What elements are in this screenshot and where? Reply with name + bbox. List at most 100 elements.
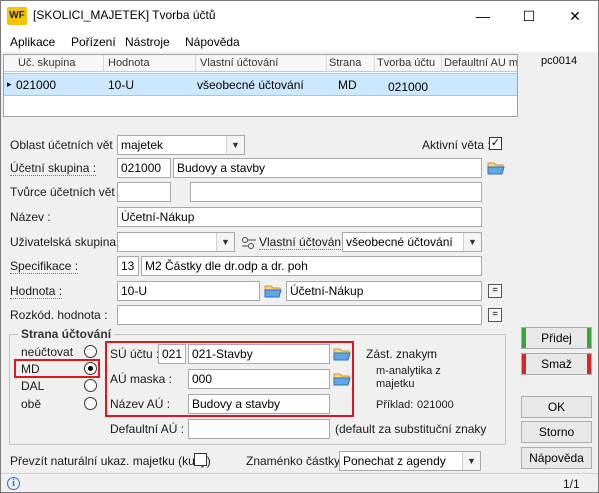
aktivni-checkbox[interactable]: ✓ — [489, 137, 502, 150]
ucetni-skupina-name[interactable]: Budovy a stavby — [173, 158, 482, 178]
add-button-label: Přidej — [541, 331, 572, 345]
row-marker: ▸ — [7, 79, 12, 89]
close-button[interactable]: ✕ — [552, 1, 598, 31]
help-button[interactable]: Nápověda — [521, 447, 592, 469]
col-header-hodnota[interactable]: Hodnota — [108, 57, 194, 69]
col-header-strana[interactable]: Strana — [329, 57, 373, 69]
ok-button[interactable]: OK — [521, 396, 592, 418]
defaultni-au-input[interactable] — [188, 419, 330, 439]
folder-open-icon[interactable] — [487, 160, 505, 176]
vlastni-uctovani-value: všeobecné účtování — [346, 235, 453, 249]
znamenko-value: Ponechat z agendy — [343, 454, 446, 468]
znamenko-select[interactable]: Ponechat z agendy ▼ — [339, 451, 481, 471]
nazev-au-input[interactable]: Budovy a stavby — [188, 394, 330, 414]
program-code: pc0014 — [541, 55, 578, 67]
hodnota-label: Hodnota : — [10, 284, 63, 299]
oblast-label: Oblast účetních vět : — [10, 138, 120, 152]
minimize-button[interactable]: — — [460, 1, 506, 31]
filter-settings-icon[interactable] — [241, 236, 257, 250]
oblast-value: majetek — [121, 138, 164, 152]
defaultni-au-note: (default za substituční znaky — [335, 422, 487, 436]
uziv-skupina-select[interactable]: ▼ — [117, 232, 235, 252]
hodnota-name[interactable]: Účetní-Nákup — [286, 281, 482, 301]
su-code[interactable]: 021 — [158, 344, 186, 364]
table-row[interactable]: ▸ 021000 10-U všeobecné účtování MD 0210… — [4, 73, 517, 96]
vlastni-uctovani-select[interactable]: všeobecné účtování ▼ — [342, 232, 482, 252]
tvurce-code[interactable] — [117, 182, 171, 202]
title-bar: WF [SKOLICI_MAJETEK] Tvorba účtů — ☐ ✕ — [1, 1, 598, 31]
uziv-skupina-label: Uživatelská skupina : — [10, 235, 123, 249]
cell-vlastni: všeobecné účtování — [197, 78, 304, 92]
chevron-down-icon: ▼ — [226, 136, 244, 154]
records-grid[interactable]: Úč. skupina Hodnota Vlastní účtování Str… — [3, 54, 518, 117]
ucetni-skupina-code[interactable]: 021000 — [117, 158, 171, 178]
add-button[interactable]: Přidej — [521, 327, 592, 349]
menu-porizeni[interactable]: Pořízení — [71, 35, 116, 49]
menu-napoveda[interactable]: Nápověda — [185, 35, 240, 49]
su-label: SÚ účtu : — [110, 347, 160, 361]
folder-open-icon[interactable] — [264, 283, 282, 299]
chevron-down-icon: ▼ — [462, 452, 480, 470]
col-header-default[interactable]: Defaultní AU m — [444, 57, 517, 69]
nazev-au-label: Název AÚ : — [110, 397, 171, 411]
cell-hodnota: 10-U — [108, 78, 135, 92]
strana-title: Strana účtování — [18, 327, 115, 341]
zast-desc-line1: m-analytika z — [376, 365, 441, 377]
nazev-input[interactable]: Účetní-Nákup — [117, 207, 482, 227]
prevzit-label: Převzít naturální ukaz. majetku (kusy) — [10, 454, 211, 468]
info-icon[interactable]: i — [7, 477, 20, 490]
zast-znaky-value: m — [427, 347, 437, 361]
radio-neuctovat[interactable] — [84, 345, 97, 358]
rozkod-input[interactable] — [117, 305, 482, 325]
menu-nastroje[interactable]: Nástroje — [125, 35, 170, 49]
chevron-down-icon: ▼ — [216, 233, 234, 251]
cell-skupina: 021000 — [16, 78, 57, 92]
menu-aplikace[interactable]: Aplikace — [10, 35, 55, 49]
status-bar: i 1/1 — [1, 473, 598, 492]
zast-desc-line2: majetku — [376, 378, 415, 390]
grid-header: Úč. skupina Hodnota Vlastní účtování Str… — [4, 55, 517, 72]
au-maska-input[interactable]: 000 — [188, 369, 330, 389]
hodnota-equals-button[interactable]: = — [488, 284, 502, 298]
radio-obe[interactable] — [84, 397, 97, 410]
window-title: [SKOLICI_MAJETEK] Tvorba účtů — [33, 8, 216, 22]
ucetni-skupina-label: Účetní skupina : — [10, 161, 97, 176]
vlastni-uctovani-label: Vlastní účtování : — [259, 235, 352, 250]
zast-znaky-label: Zást. znaky : — [366, 347, 435, 361]
maximize-button[interactable]: ☐ — [506, 1, 552, 31]
folder-open-icon[interactable] — [333, 371, 351, 387]
col-header-tvorba[interactable]: Tvorba účtu — [377, 57, 439, 69]
oblast-select[interactable]: majetek ▼ — [117, 135, 245, 155]
col-header-vlastni[interactable]: Vlastní účtování — [200, 57, 325, 69]
rozkod-label: Rozkód. hodnota : — [10, 308, 108, 322]
specifikace-name[interactable]: M2 Částky dle dr.odp a dr. poh — [141, 256, 482, 276]
prevzit-checkbox[interactable] — [194, 453, 207, 466]
specifikace-code[interactable]: 13 — [117, 256, 139, 276]
tvurce-name[interactable] — [190, 182, 482, 202]
page-indicator: 1/1 — [563, 477, 580, 491]
col-header-skupina[interactable]: Úč. skupina — [18, 57, 102, 69]
delete-button-label: Smaž — [541, 357, 572, 371]
priklad-value: 021000 — [417, 399, 454, 411]
specifikace-label: Specifikace : — [10, 259, 79, 274]
su-name[interactable]: 021-Stavby — [188, 344, 330, 364]
radio-label-neuctovat: neúčtovat — [21, 345, 74, 359]
delete-button[interactable]: Smaž — [521, 353, 592, 375]
radio-label-md: MD — [21, 362, 40, 376]
app-logo: WF — [7, 7, 27, 25]
nazev-label: Název : — [10, 210, 51, 224]
hodnota-code[interactable]: 10-U — [117, 281, 260, 301]
radio-dal[interactable] — [84, 379, 97, 392]
chevron-down-icon: ▼ — [463, 233, 481, 251]
radio-label-obe: obě — [21, 397, 42, 411]
folder-open-icon[interactable] — [333, 346, 351, 362]
tvurce-label: Tvůrce účetních vět : — [10, 185, 122, 199]
cancel-button[interactable]: Storno — [521, 421, 592, 443]
application-window: WF [SKOLICI_MAJETEK] Tvorba účtů — ☐ ✕ A… — [0, 0, 599, 493]
znamenko-label: Znaménko částky : — [246, 454, 347, 468]
defaultni-au-label: Defaultní AÚ : — [110, 422, 185, 436]
rozkod-equals-button[interactable]: = — [488, 308, 502, 322]
priklad-label: Příklad: — [376, 399, 414, 411]
radio-md[interactable] — [84, 362, 97, 375]
cell-tvorba: 021000 — [388, 80, 429, 94]
